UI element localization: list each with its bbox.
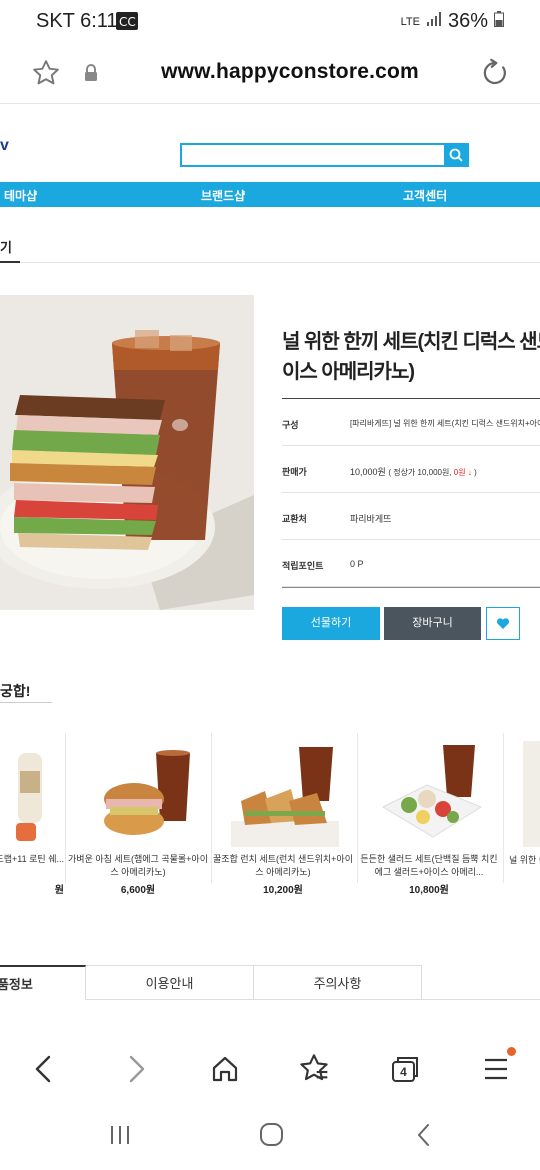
product-image <box>0 295 254 610</box>
cc-icon: CC <box>116 12 138 35</box>
recommend-thumb <box>231 741 339 847</box>
tab-usage-guide[interactable]: 이용안내 <box>86 965 254 1000</box>
tab-product-info-label: 상품정보 <box>0 977 33 992</box>
info-label: 교환처 <box>282 514 307 524</box>
tab-underline <box>0 261 20 263</box>
bookmark-star-icon[interactable] <box>31 58 61 93</box>
battery-percent: 36% <box>447 10 488 32</box>
info-value: [파리바게뜨] 널 위한 한끼 세트(치킨 디럭스 샌드위치+아이스 <box>350 419 540 428</box>
info-label: 구성 <box>282 420 299 430</box>
recommend-thumb <box>377 741 485 847</box>
recommend-thumb <box>0 741 50 847</box>
back-icon[interactable] <box>30 1054 58 1089</box>
signal-icon <box>426 10 442 33</box>
recommend-card[interactable]: 든든한 샐러드 세트(단백질 듬뿍 치킨에그 샐러드+아이스 아메리... 10… <box>359 733 499 896</box>
web-page: v 테마샵 브랜드샵 고객센터 기 널 위한 한끼 세트(치킨 디럭스 샌 이스… <box>0 105 540 1005</box>
product-title: 널 위한 한끼 세트(치킨 디럭스 샌드위치 이스 아메리카노) <box>282 327 540 387</box>
recommend-card[interactable]: 에그 샐러드랩+11 로틴 쉐... 원 <box>0 733 64 896</box>
home-button-icon[interactable] <box>259 1122 285 1153</box>
recommend-name: 에그 샐러드랩+11 로틴 쉐... <box>0 854 64 864</box>
info-row-points: 적립포인트 0 P <box>282 540 540 587</box>
browser-url-bar: www.happyconstore.com <box>0 44 540 104</box>
info-value: 0 P <box>350 559 364 569</box>
system-back-icon[interactable] <box>412 1122 436 1153</box>
bookmarks-icon[interactable] <box>298 1052 330 1089</box>
search-input[interactable] <box>180 143 446 167</box>
info-row-composition: 구성 [파리바게뜨] 널 위한 한끼 세트(치킨 디럭스 샌드위치+아이스 <box>282 399 540 446</box>
recommend-price: 원 <box>54 885 64 896</box>
heart-icon <box>496 618 510 629</box>
divider <box>20 262 540 263</box>
site-logo[interactable]: v <box>0 137 9 155</box>
gift-button[interactable]: 선물하기 <box>282 607 380 640</box>
info-row-exchange: 교환처 파리바게뜨 <box>282 493 540 540</box>
price-detail-suffix: ) <box>471 468 477 477</box>
nav-brand-shop[interactable]: 브랜드샵 <box>201 187 245 204</box>
recommend-card[interactable]: 널 위한 이 <box>505 733 540 893</box>
recommend-price: 10,800원 <box>409 885 449 896</box>
price-detail-prefix: ( 정상가 10,000원, <box>388 468 454 477</box>
system-nav-bar <box>0 1110 540 1170</box>
divider <box>211 733 212 883</box>
nav-theme-shop[interactable]: 테마샵 <box>4 187 37 204</box>
tabs-count: 4 <box>400 1065 407 1079</box>
reload-icon[interactable] <box>480 58 510 93</box>
tab-product-info[interactable]: 상품정보 <box>0 965 86 1000</box>
search-icon <box>449 148 463 162</box>
product-title-line2: 이스 아메리카노) <box>282 361 415 383</box>
wishlist-button[interactable] <box>486 607 520 640</box>
recommend-name: 든든한 샐러드 세트(단백질 듬뿍 치킨에그 샐러드+아이스 아메리... <box>360 854 498 877</box>
product-title-line1: 널 위한 한끼 세트(치킨 디럭스 샌드위치 <box>282 331 540 353</box>
recommend-name: 꿀조합 런치 세트(런치 샌드위치+아이스 아메리카노) <box>213 854 353 877</box>
recommend-name: 가벼운 아침 세트(햄에그 곡물롤+아이스 아메리카노) <box>68 854 208 877</box>
divider <box>282 587 540 588</box>
menu-icon[interactable] <box>482 1054 516 1089</box>
nav-customer-center[interactable]: 고객센터 <box>403 187 447 204</box>
home-icon[interactable] <box>210 1054 240 1089</box>
divider <box>357 733 358 883</box>
info-value: 10,000원 ( 정상가 10,000원, 0원 ↓ ) <box>350 465 477 478</box>
svg-text:CC: CC <box>119 15 136 29</box>
notification-dot <box>507 1047 516 1056</box>
recommend-thumb <box>86 741 194 847</box>
tab-precautions[interactable]: 주의사항 <box>254 965 422 1000</box>
recommend-price: 10,200원 <box>263 885 303 896</box>
info-row-price: 판매가 10,000원 ( 정상가 10,000원, 0원 ↓ ) <box>282 446 540 493</box>
forward-icon[interactable] <box>122 1054 150 1089</box>
recommend-name: 널 위한 이 <box>509 855 540 865</box>
info-label: 적립포인트 <box>282 561 324 571</box>
carrier-time: SKT 6:11 <box>36 10 118 32</box>
discount-amount: 0원 ↓ <box>453 468 472 477</box>
divider <box>503 733 504 883</box>
url-text[interactable]: www.happyconstore.com <box>120 60 460 84</box>
cart-button[interactable]: 장바구니 <box>384 607 481 640</box>
recommend-heading: 궁합! <box>0 683 31 699</box>
recommend-card[interactable]: 꿀조합 런치 세트(런치 샌드위치+아이스 아메리카노) 10,200원 <box>213 733 353 896</box>
recommend-card[interactable]: 가벼운 아침 세트(햄에그 곡물롤+아이스 아메리카노) 6,600원 <box>68 733 208 896</box>
info-value: 파리바게뜨 <box>350 514 392 524</box>
battery-icon <box>494 10 504 33</box>
recommend-thumb <box>523 741 540 847</box>
sale-price: 10,000원 <box>350 467 386 477</box>
search-button[interactable] <box>444 143 469 167</box>
main-nav: 테마샵 브랜드샵 고객센터 <box>0 182 540 207</box>
recent-apps-icon[interactable] <box>108 1123 134 1152</box>
divider <box>0 702 52 703</box>
info-label: 판매가 <box>282 467 307 477</box>
network-type: LTE <box>400 15 420 28</box>
status-bar: SKT 6:11 CC LTE 36% <box>0 0 540 44</box>
divider <box>422 999 540 1000</box>
browser-toolbar: 4 <box>0 1030 540 1110</box>
status-right: LTE 36% <box>401 10 504 33</box>
page-tab[interactable]: 기 <box>0 237 12 256</box>
recommend-price: 6,600원 <box>120 885 156 896</box>
tabs-icon[interactable]: 4 <box>390 1054 420 1084</box>
divider <box>65 733 66 883</box>
lock-icon <box>83 64 99 87</box>
